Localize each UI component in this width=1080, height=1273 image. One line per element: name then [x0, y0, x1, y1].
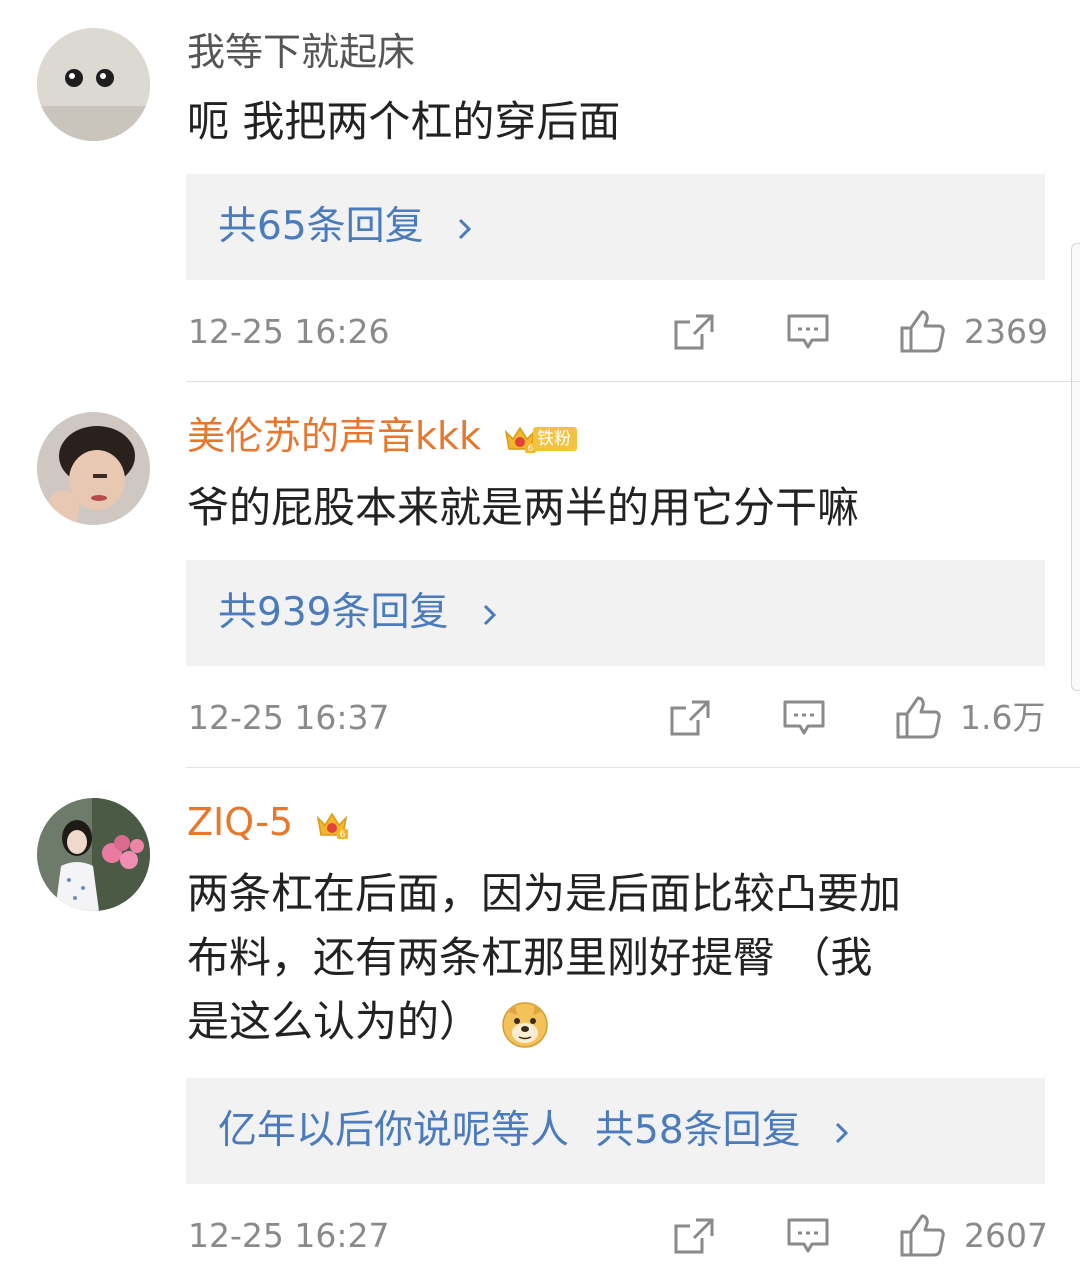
fan-badge: 铁粉 [533, 426, 578, 451]
share-icon[interactable] [672, 1216, 716, 1256]
timestamp: 12-25 16:37 [188, 698, 390, 737]
reply-box[interactable]: 共65条回复 [186, 174, 1045, 280]
share-icon[interactable] [672, 312, 716, 352]
like-count: 1.6万 [960, 698, 1046, 737]
avatar-image [37, 412, 150, 525]
timestamp: 12-25 16:26 [188, 312, 390, 351]
comment-meta: 12-25 16:27 2607 [0, 1206, 1080, 1266]
reply-count: 共65条回复 [218, 204, 424, 249]
comment-text-line: 布料，还有两条杠那里刚好提臀 （我 [187, 933, 873, 982]
avatar[interactable] [37, 412, 150, 525]
reply-count: 共939条回复 [218, 590, 449, 635]
like-count: 2369 [964, 312, 1048, 351]
avatar[interactable] [37, 798, 150, 911]
replies-link[interactable]: 共65条回复 [218, 174, 476, 280]
avatar-image [37, 28, 150, 141]
comment-icon[interactable] [786, 1216, 830, 1256]
comment-meta: 12-25 16:26 2369 [0, 302, 1080, 362]
replies-link[interactable]: 亿年以后你说呢等人 共58条回复 [218, 1078, 853, 1184]
doge-emoji-icon [502, 1001, 548, 1048]
avatar[interactable] [37, 28, 150, 141]
reply-names[interactable]: 亿年以后你说呢等人 [218, 1108, 569, 1153]
divider [186, 767, 1080, 768]
comment-icon[interactable] [782, 698, 826, 738]
username[interactable]: 美伦苏的声音kkk 6 铁粉 [187, 412, 578, 460]
comment-text: 呃 我把两个杠的穿后面 [187, 97, 621, 146]
reply-count: 共58条回复 [595, 1108, 801, 1153]
avatar-image [37, 798, 150, 911]
comment-text-line: 两条杠在后面，因为是后面比较凸要加 [187, 869, 902, 918]
comment-icon[interactable] [786, 312, 830, 352]
username[interactable]: ZIQ-5 6 [187, 798, 349, 846]
comment-text: 爷的屁股本来就是两半的用它分干嘛 [187, 483, 860, 532]
timestamp: 12-25 16:27 [188, 1216, 390, 1255]
replies-link[interactable]: 共939条回复 [218, 560, 501, 666]
comment-text: 两条杠在后面，因为是后面比较凸要加 布料，还有两条杠那里刚好提臀 （我 是这么认… [187, 862, 1017, 1054]
share-icon[interactable] [668, 698, 712, 738]
comment-text-line: 是这么认为的） [187, 990, 1017, 1054]
comment-meta: 12-25 16:37 1.6万 [0, 688, 1080, 748]
chevron-right-icon [483, 604, 496, 625]
chevron-right-icon [836, 1122, 849, 1143]
chevron-right-icon [458, 218, 472, 239]
crown-vip-icon: 6 [317, 812, 349, 840]
svg-text:6: 6 [340, 830, 346, 840]
thumbs-up-icon[interactable] [898, 308, 946, 354]
crown-vip-icon: 6 [504, 426, 537, 454]
divider [186, 381, 1080, 382]
thumbs-up-icon[interactable] [898, 1212, 946, 1258]
like-count: 2607 [964, 1216, 1048, 1255]
username[interactable]: 我等下就起床 [187, 28, 415, 76]
reply-box[interactable]: 共939条回复 [186, 560, 1045, 666]
thumbs-up-icon[interactable] [894, 694, 942, 740]
reply-box[interactable]: 亿年以后你说呢等人 共58条回复 [186, 1078, 1045, 1184]
